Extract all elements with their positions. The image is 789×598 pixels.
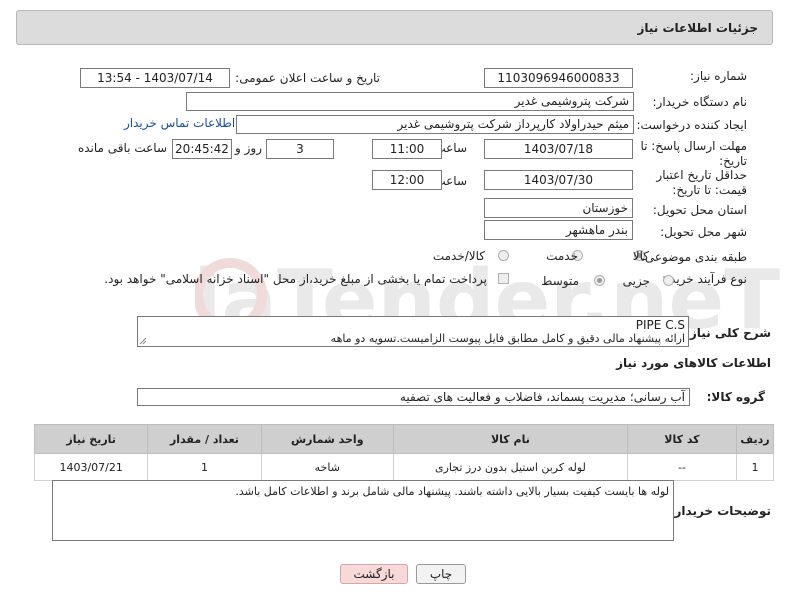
cell-code: --: [626, 453, 737, 481]
need-number-field: 1103096946000833: [484, 68, 633, 88]
cell-name: لوله کربن استیل بدون درز تجاری: [392, 453, 628, 481]
remaining-time-field: 20:45:42: [172, 139, 232, 159]
buyer-notes-label: توضیحات خریدار:: [669, 504, 771, 518]
page-header: جزئیات اطلاعات نیاز: [16, 10, 773, 45]
resize-handle-icon[interactable]: [139, 337, 147, 345]
city-label: شهر محل تحویل:: [660, 225, 747, 239]
buyer-contact-link[interactable]: اطلاعات تماس خریدار: [124, 116, 235, 130]
buyer-notes-field: لوله ها بایست کیفیت بسیار بالایی داشته ب…: [52, 480, 674, 541]
category-radio-goods-service[interactable]: [498, 250, 509, 261]
goods-group-field: آب رسانی؛ مدیریت پسماند، فاضلاب و فعالیت…: [137, 388, 690, 406]
col-row: ردیف: [735, 424, 775, 454]
province-field: خوزستان: [484, 198, 633, 218]
price-validity-label: حداقل تاریخ اعتبار قیمت: تا تاریخ:: [656, 168, 747, 197]
days-and-label: روز و: [235, 141, 262, 155]
buyer-org-label: نام دستگاه خریدار:: [652, 95, 748, 109]
announce-datetime-field: 1403/07/14 - 13:54: [80, 68, 230, 88]
reply-time-field: 11:00: [372, 139, 442, 159]
cell-need-date: 1403/07/21: [33, 453, 149, 481]
remaining-label: ساعت باقی مانده: [77, 141, 167, 155]
need-number-label: شماره نیاز:: [690, 69, 747, 83]
goods-group-label: گروه کالا:: [706, 390, 765, 404]
buyer-notes-text: لوله ها بایست کیفیت بسیار بالایی داشته ب…: [235, 485, 669, 498]
col-quantity: تعداد / مقدار: [147, 424, 262, 454]
cell-quantity: 1: [147, 453, 262, 481]
reply-deadline-label: مهلت ارسال پاسخ: تا تاریخ:: [640, 139, 747, 168]
back-button[interactable]: بازگشت: [340, 564, 408, 584]
goods-table: ردیف کد کالا نام کالا واحد شمارش تعداد /…: [33, 424, 775, 481]
col-code: کد کالا: [626, 424, 737, 454]
process-radio-minor[interactable]: [663, 275, 674, 286]
print-button[interactable]: چاپ: [416, 564, 466, 584]
buyer-org-field: شرکت پتروشیمی غدیر: [186, 92, 634, 111]
process-option-minor: جزیی: [622, 274, 650, 288]
category-label: طبقه بندی موضوعی:: [640, 250, 747, 264]
table-row[interactable]: 1 -- لوله کربن استیل بدون درز تجاری شاخه…: [33, 453, 775, 481]
category-option-goods: کالا: [632, 249, 649, 263]
cell-row: 1: [735, 453, 775, 481]
treasury-checkbox[interactable]: [498, 273, 509, 284]
category-option-service: خدمت: [546, 249, 578, 263]
process-radio-medium[interactable]: [594, 275, 605, 286]
reply-date-field: 1403/07/18: [484, 139, 633, 159]
table-header-row: ردیف کد کالا نام کالا واحد شمارش تعداد /…: [33, 424, 775, 454]
col-unit: واحد شمارش: [260, 424, 394, 454]
goods-section-title: اطلاعات کالاهای مورد نیاز: [616, 356, 771, 370]
announce-label: تاریخ و ساعت اعلان عمومی:: [235, 71, 380, 85]
page-title: جزئیات اطلاعات نیاز: [637, 21, 758, 35]
creator-label: ایجاد کننده درخواست:: [636, 118, 747, 132]
creator-field: میثم حیدراولاد کارپرداز شرکت پتروشیمی غد…: [236, 115, 634, 134]
description-field: PIPE C.S ارائه پیشنهاد مالی دقیق و کامل …: [137, 316, 689, 347]
treasury-note: پرداخت تمام یا بخشی از مبلغ خرید،از محل …: [104, 272, 487, 286]
category-option-goods-service: کالا/خدمت: [432, 249, 485, 263]
days-count-field: 3: [266, 139, 334, 159]
col-need-date: تاریخ نیاز: [33, 424, 149, 454]
city-field: بندر ماهشهر: [484, 220, 633, 240]
description-label: شرح کلی نیاز:: [685, 326, 771, 340]
province-label: استان محل تحویل:: [652, 203, 747, 217]
description-line-2: ارائه پیشنهاد مالی دقیق و کامل مطابق فای…: [330, 332, 685, 345]
price-time-field: 12:00: [372, 170, 442, 190]
cell-unit: شاخه: [260, 453, 394, 481]
process-option-medium: متوسط: [541, 274, 579, 288]
col-name: نام کالا: [392, 424, 628, 454]
process-label: نوع فرآیند خرید :: [662, 272, 747, 286]
price-date-field: 1403/07/30: [484, 170, 633, 190]
description-line-1: PIPE C.S: [635, 318, 685, 332]
